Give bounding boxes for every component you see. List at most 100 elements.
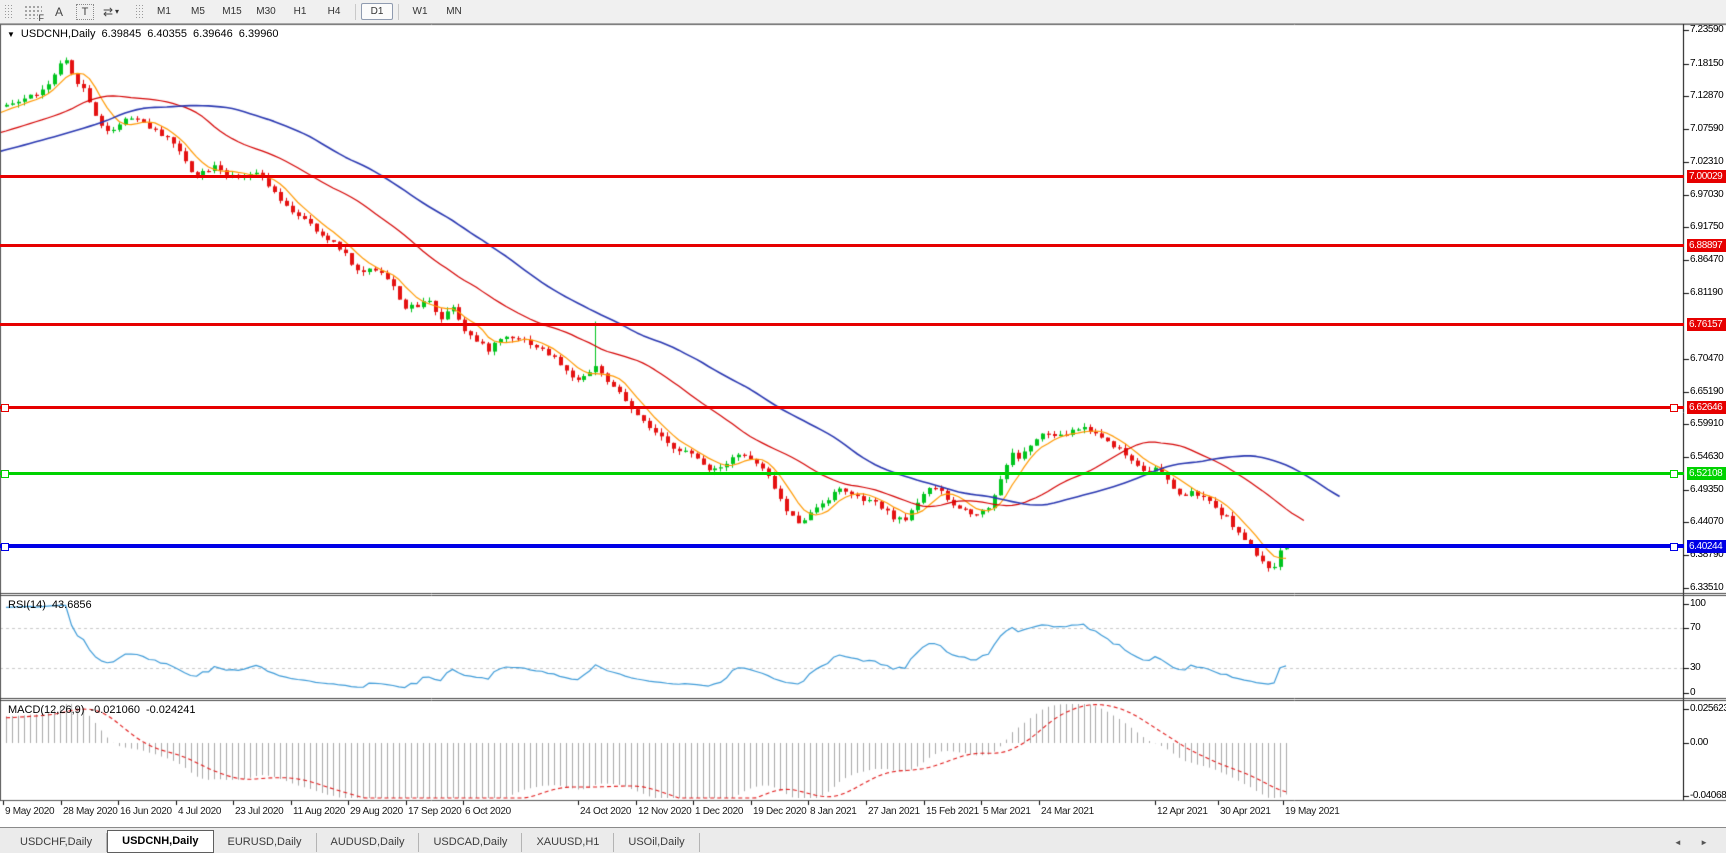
tab-xauusd-h1[interactable]: XAUUSD,H1 — [522, 833, 614, 852]
horizontal-line-7.00029[interactable] — [0, 175, 1684, 178]
tab-scroll-right-icon[interactable]: ► — [1700, 838, 1716, 847]
timeframe-button-m15[interactable]: M15 — [216, 3, 248, 20]
rsi-tick-label: 0 — [1690, 687, 1726, 698]
timeframe-button-h1[interactable]: H1 — [284, 3, 316, 20]
tab-eurusd-daily[interactable]: EURUSD,Daily — [214, 833, 317, 852]
rsi-indicator-label: RSI(14) 43.6856 — [8, 599, 92, 611]
tab-usdcnh-daily[interactable]: USDCNH,Daily — [107, 830, 213, 853]
price-line-label: 6.88897 — [1687, 239, 1726, 252]
date-tick-label: 28 May 2020 — [63, 806, 118, 817]
tab-scroll-left-icon[interactable]: ◄ — [1674, 838, 1690, 847]
date-tick-label: 23 Jul 2020 — [235, 806, 283, 817]
chart-tabs: USDCHF,DailyUSDCNH,DailyEURUSD,DailyAUDU… — [0, 828, 700, 853]
timeframe-toolbar: M1M5M15M30H1H4 D1 W1MN — [147, 0, 471, 23]
timeframe-button-h4[interactable]: H4 — [318, 3, 350, 20]
chart-canvas[interactable] — [0, 0, 1726, 827]
chart-open-value: 6.39845 — [101, 28, 141, 40]
timeframe-button-mn[interactable]: MN — [438, 3, 470, 20]
timeframe-button-w1[interactable]: W1 — [404, 3, 436, 20]
price-line-label: 6.52108 — [1687, 467, 1726, 480]
horizontal-line-6.40244[interactable] — [0, 544, 1684, 548]
date-tick-label: 27 Jan 2021 — [868, 806, 920, 817]
price-line-label: 6.40244 — [1687, 540, 1726, 553]
macd-tick-label: -0.04068 — [1690, 790, 1726, 801]
fibonacci-tool-icon[interactable]: F — [24, 5, 42, 19]
date-tick-label: 29 Aug 2020 — [350, 806, 403, 817]
macd-name: MACD(12,26,9) — [8, 704, 84, 716]
rsi-value: 43.6856 — [52, 599, 92, 611]
horizontal-line-6.52108[interactable] — [0, 472, 1684, 475]
toolbar-drag-handle[interactable] — [135, 4, 143, 20]
price-tick-label: 6.81190 — [1690, 287, 1726, 298]
price-tick-label: 7.18150 — [1690, 58, 1726, 69]
toolbar-drag-handle[interactable] — [4, 4, 12, 20]
line-selection-handle[interactable] — [1670, 470, 1678, 478]
timeframe-button-m30[interactable]: M30 — [250, 3, 282, 20]
rsi-tick-label: 30 — [1690, 662, 1726, 673]
tab-usoil-daily[interactable]: USOil,Daily — [614, 833, 699, 852]
macd-main-value: -0.021060 — [90, 704, 140, 716]
horizontal-line-6.62646[interactable] — [0, 406, 1684, 409]
toolbar-separator — [355, 4, 356, 20]
date-tick-label: 24 Oct 2020 — [580, 806, 631, 817]
price-tick-label: 7.02310 — [1690, 156, 1726, 167]
date-tick-label: 8 Jan 2021 — [810, 806, 857, 817]
date-tick-label: 4 Jul 2020 — [178, 806, 221, 817]
text-tool-icon[interactable]: T — [76, 4, 94, 20]
price-tick-label: 7.12870 — [1690, 90, 1726, 101]
chart-tab-bar: USDCHF,DailyUSDCNH,DailyEURUSD,DailyAUDU… — [0, 827, 1726, 853]
toolbar-separator — [398, 4, 399, 20]
price-tick-label: 6.33510 — [1690, 582, 1726, 593]
price-tick-label: 7.23590 — [1690, 24, 1726, 35]
line-selection-handle[interactable] — [1670, 404, 1678, 412]
date-tick-label: 17 Sep 2020 — [408, 806, 461, 817]
tab-scroll-arrows: ◄ ► — [1674, 838, 1716, 847]
line-selection-handle[interactable] — [1, 543, 9, 551]
tab-audusd-daily[interactable]: AUDUSD,Daily — [317, 833, 420, 852]
tab-usdcad-daily[interactable]: USDCAD,Daily — [419, 833, 522, 852]
date-tick-label: 19 Dec 2020 — [753, 806, 806, 817]
date-tick-label: 15 Feb 2021 — [926, 806, 979, 817]
horizontal-line-6.76157[interactable] — [0, 323, 1684, 326]
price-tick-label: 6.44070 — [1690, 516, 1726, 527]
price-tick-label: 6.91750 — [1690, 221, 1726, 232]
date-tick-label: 16 Jun 2020 — [120, 806, 172, 817]
date-tick-label: 9 May 2020 — [5, 806, 54, 817]
timeframe-button-m5[interactable]: M5 — [182, 3, 214, 20]
date-tick-label: 30 Apr 2021 — [1220, 806, 1271, 817]
macd-tick-label: 0.00 — [1690, 737, 1726, 748]
horizontal-line-6.88897[interactable] — [0, 244, 1684, 247]
price-tick-label: 6.59910 — [1690, 418, 1726, 429]
line-selection-handle[interactable] — [1, 404, 9, 412]
chart-close-value: 6.39960 — [239, 28, 279, 40]
tab-usdchf-daily[interactable]: USDCHF,Daily — [6, 833, 107, 852]
timeframe-button-d1[interactable]: D1 — [361, 3, 393, 20]
price-tick-label: 6.65190 — [1690, 386, 1726, 397]
chart-symbol-label: USDCNH,Daily — [21, 28, 96, 40]
timeframe-button-m1[interactable]: M1 — [148, 3, 180, 20]
price-tick-label: 6.49350 — [1690, 484, 1726, 495]
line-selection-handle[interactable] — [1, 470, 9, 478]
price-tick-label: 6.54630 — [1690, 451, 1726, 462]
price-tick-label: 7.07590 — [1690, 123, 1726, 134]
date-tick-label: 12 Nov 2020 — [638, 806, 691, 817]
chart-high-value: 6.40355 — [147, 28, 187, 40]
macd-tick-label: 0.025623 — [1690, 703, 1726, 714]
collapse-chart-icon[interactable]: ▼ — [7, 30, 15, 39]
rsi-name: RSI(14) — [8, 599, 46, 611]
price-line-label: 6.62646 — [1687, 401, 1726, 414]
date-tick-label: 19 May 2021 — [1285, 806, 1340, 817]
rsi-tick-label: 70 — [1690, 622, 1726, 633]
rsi-tick-label: 100 — [1690, 598, 1726, 609]
dropdown-caret-icon[interactable]: ▾ — [115, 7, 119, 16]
macd-signal-value: -0.024241 — [146, 704, 196, 716]
date-tick-label: 1 Dec 2020 — [695, 806, 743, 817]
text-label-tool-icon[interactable]: A — [48, 3, 70, 21]
arrows-style-tool-icon[interactable]: ⇄▾ — [100, 3, 122, 21]
date-tick-label: 24 Mar 2021 — [1041, 806, 1094, 817]
macd-indicator-label: MACD(12,26,9) -0.021060 -0.024241 — [8, 704, 196, 716]
price-tick-label: 6.70470 — [1690, 353, 1726, 364]
price-line-label: 7.00029 — [1687, 170, 1726, 183]
line-selection-handle[interactable] — [1670, 543, 1678, 551]
chart-low-value: 6.39646 — [193, 28, 233, 40]
